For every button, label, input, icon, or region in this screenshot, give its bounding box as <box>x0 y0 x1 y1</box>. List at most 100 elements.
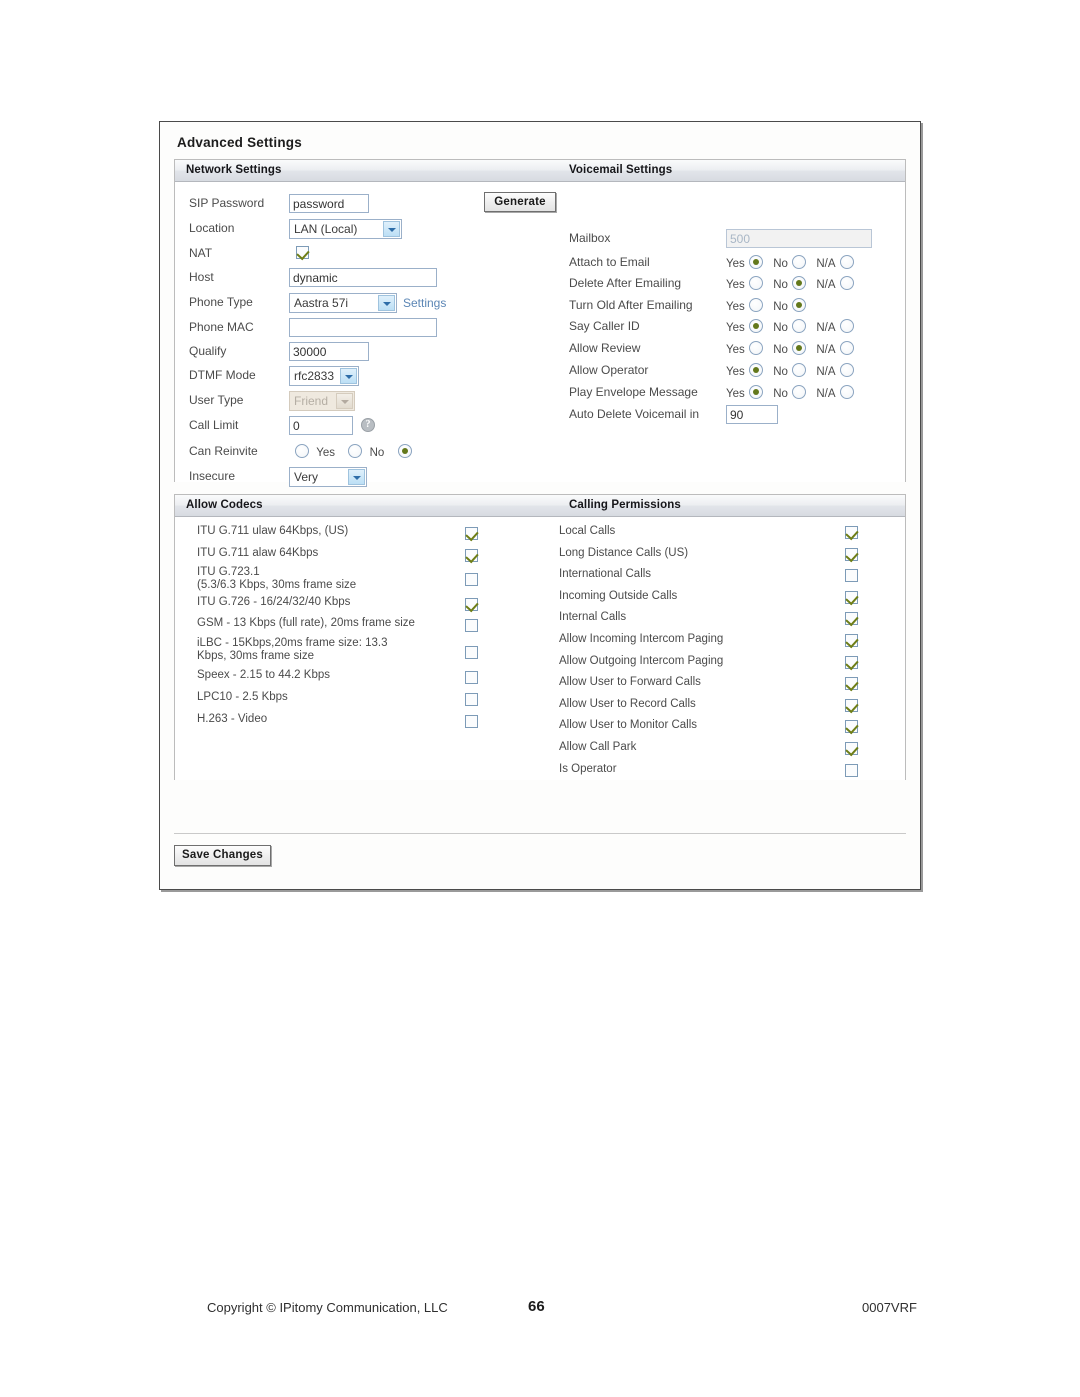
codec-checkbox[interactable] <box>465 598 478 611</box>
radio-dot[interactable] <box>839 319 854 333</box>
permission-checkbox[interactable] <box>845 569 858 583</box>
sip-password-input[interactable] <box>289 194 369 213</box>
radio-dot[interactable] <box>791 298 806 312</box>
permission-checkbox[interactable] <box>845 698 858 712</box>
option-label: Yes <box>726 322 745 334</box>
generate-button[interactable]: Generate <box>484 192 556 212</box>
allow-review-label: Allow Review <box>569 341 641 355</box>
can-reinvite-option-extra[interactable] <box>397 444 412 458</box>
permission-checkbox[interactable] <box>845 742 858 755</box>
option-label: Yes <box>726 366 745 378</box>
option-label: No <box>369 447 385 459</box>
row-allow-review: Allow Review Yes No N/A <box>175 337 905 361</box>
option-no[interactable]: No <box>773 276 806 291</box>
radio-dot[interactable] <box>748 319 763 333</box>
codec-checkbox[interactable] <box>465 671 478 684</box>
codec-checkbox[interactable] <box>465 619 478 632</box>
radio-dot[interactable] <box>748 255 763 269</box>
codec-checkbox[interactable] <box>465 527 478 540</box>
permission-checkbox[interactable] <box>845 547 858 561</box>
permission-label: Is Operator <box>559 762 617 775</box>
can-reinvite-option-no[interactable]: No <box>348 444 384 459</box>
permission-checkbox[interactable] <box>845 612 858 626</box>
radio-dot[interactable] <box>748 276 763 290</box>
allow-codecs-header: Allow Codecs <box>186 499 263 511</box>
option-no[interactable]: No <box>773 298 806 313</box>
option-label: N/A <box>816 322 836 334</box>
insecure-select[interactable]: Very <box>289 467 367 487</box>
section-header-bar: Network Settings Voicemail Settings <box>175 160 905 182</box>
option-na[interactable]: N/A <box>816 255 854 270</box>
codec-checkbox[interactable] <box>465 646 478 659</box>
radio-dot[interactable] <box>748 385 763 399</box>
insecure-value: Very <box>294 470 319 484</box>
codec-checkbox[interactable] <box>465 715 478 728</box>
radio-dot[interactable] <box>791 255 806 269</box>
option-na[interactable]: N/A <box>816 319 854 334</box>
auto-delete-voicemail-input[interactable] <box>726 405 778 424</box>
option-label: N/A <box>816 279 836 291</box>
permission-checkbox[interactable] <box>845 634 858 647</box>
option-no[interactable]: No <box>773 341 806 356</box>
row-mailbox: Mailbox <box>175 227 905 251</box>
allow-operator-label: Allow Operator <box>569 363 649 377</box>
option-yes[interactable]: Yes <box>726 385 763 400</box>
option-yes[interactable]: Yes <box>726 276 763 291</box>
radio-dot[interactable] <box>791 319 806 333</box>
row-say-caller-id: Say Caller ID Yes No N/A <box>175 315 905 339</box>
permission-checkbox[interactable] <box>845 590 858 604</box>
radio-dot[interactable] <box>791 363 806 377</box>
option-no[interactable]: No <box>773 319 806 334</box>
permission-label: Local Calls <box>559 525 616 537</box>
codec-checkbox[interactable] <box>465 693 478 706</box>
can-reinvite-label: Can Reinvite <box>189 444 258 458</box>
radio-dot[interactable] <box>748 341 763 355</box>
radio-dot[interactable] <box>839 276 854 290</box>
divider <box>174 833 906 834</box>
radio-dot[interactable] <box>748 298 763 312</box>
option-label: No <box>773 279 788 291</box>
permission-checkbox[interactable] <box>845 526 858 539</box>
option-no[interactable]: No <box>773 363 806 378</box>
can-reinvite-option-yes[interactable]: Yes <box>295 444 335 459</box>
permission-checkbox[interactable] <box>845 655 858 669</box>
option-yes[interactable]: Yes <box>726 319 763 334</box>
attach-to-email-label: Attach to Email <box>569 255 650 269</box>
option-yes[interactable]: Yes <box>726 341 763 356</box>
radio-dot[interactable] <box>839 341 854 355</box>
permission-checkbox[interactable] <box>845 720 858 734</box>
radio-dot[interactable] <box>839 255 854 269</box>
radio-dot[interactable] <box>295 444 309 458</box>
permission-checkbox[interactable] <box>845 763 858 777</box>
codec-label: ITU G.726 - 16/24/32/40 Kbps <box>197 596 351 608</box>
option-yes[interactable]: Yes <box>726 255 763 270</box>
save-changes-button[interactable]: Save Changes <box>174 845 271 866</box>
option-na[interactable]: N/A <box>816 363 854 378</box>
codec-checkbox[interactable] <box>465 549 478 562</box>
option-yes[interactable]: Yes <box>726 298 763 313</box>
codec-row: ITU G.711 alaw 64Kbps <box>175 547 905 567</box>
row-play-envelope-message: Play Envelope Message Yes No N/A <box>175 381 905 405</box>
codec-checkbox[interactable] <box>465 573 478 586</box>
radio-dot[interactable] <box>348 444 363 458</box>
option-na[interactable]: N/A <box>816 385 854 400</box>
radio-dot[interactable] <box>791 276 806 290</box>
option-no[interactable]: No <box>773 255 806 270</box>
row-delete-after-emailing: Delete After Emailing Yes No N/A <box>175 272 905 296</box>
option-yes[interactable]: Yes <box>726 363 763 378</box>
codec-row: ITU G.711 ulaw 64Kbps, (US) <box>175 525 905 545</box>
radio-dot[interactable] <box>839 385 854 399</box>
radio-dot[interactable] <box>839 363 854 377</box>
row-allow-operator: Allow Operator Yes No N/A <box>175 359 905 383</box>
radio-dot[interactable] <box>748 363 763 377</box>
option-no[interactable]: No <box>773 385 806 400</box>
codec-row: H.263 - Video <box>175 713 905 733</box>
turn-old-after-emailing-label: Turn Old After Emailing <box>569 298 693 312</box>
option-na[interactable]: N/A <box>816 276 854 291</box>
radio-dot[interactable] <box>791 341 806 355</box>
option-label: Yes <box>316 447 335 459</box>
radio-dot[interactable] <box>791 385 806 399</box>
option-na[interactable]: N/A <box>816 341 854 356</box>
sip-password-label: SIP Password <box>189 196 265 210</box>
permission-checkbox[interactable] <box>845 677 858 691</box>
